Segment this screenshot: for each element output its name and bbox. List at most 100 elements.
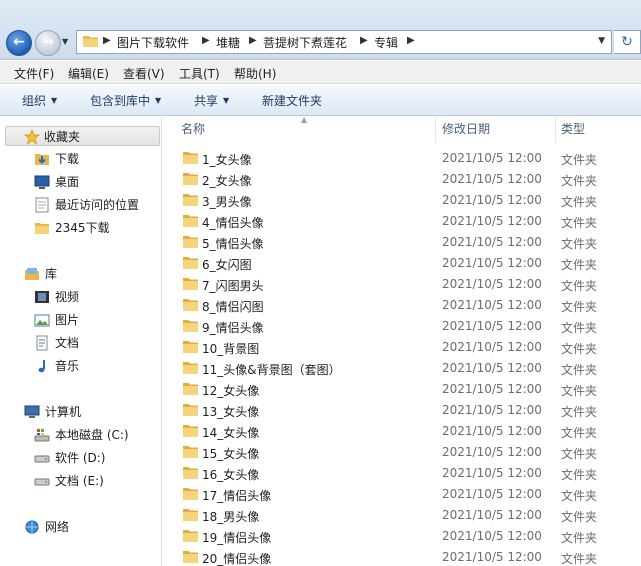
table-row[interactable]: 18_男头像 2021/10/5 12:00 文件夹	[163, 505, 641, 526]
column-divider[interactable]	[435, 117, 436, 143]
recent-places-icon	[35, 197, 49, 213]
share-button[interactable]: 共享 ▼	[194, 92, 229, 109]
menu-help[interactable]: 帮助(H)	[234, 65, 276, 82]
table-row[interactable]: 19_情侣头像 2021/10/5 12:00 文件夹	[163, 526, 641, 547]
menu-tools[interactable]: 工具(T)	[179, 65, 220, 82]
file-name: 16_女头像	[202, 468, 260, 482]
table-row[interactable]: 2_女头像 2021/10/5 12:00 文件夹	[163, 169, 641, 190]
hard-drive-icon	[34, 455, 50, 463]
forward-button[interactable]: →	[35, 30, 61, 56]
address-bar-area: ← → ▼ ▶ 图片下载软件 ▶ 堆糖 ▶ 菩提树下煮莲花 ▶ 专辑 ▶ ▼ ↻	[0, 0, 641, 60]
file-type: 文件夹	[561, 468, 598, 482]
breadcrumb-separator[interactable]: ▶	[407, 35, 415, 46]
file-name: 6_女闪图	[202, 258, 252, 272]
file-type: 文件夹	[561, 342, 598, 356]
menu-file[interactable]: 文件(F)	[14, 65, 54, 82]
menu-view[interactable]: 查看(V)	[123, 65, 165, 82]
table-row[interactable]: 5_情侣头像 2021/10/5 12:00 文件夹	[163, 232, 641, 253]
folder-icon	[183, 194, 198, 206]
table-row[interactable]: 3_男头像 2021/10/5 12:00 文件夹	[163, 190, 641, 211]
new-folder-button[interactable]: 新建文件夹	[262, 92, 322, 109]
folder-icon	[83, 36, 98, 47]
sidebar-label: 计算机	[45, 405, 82, 419]
breadcrumb-item[interactable]: 菩提树下煮莲花	[263, 34, 347, 51]
recent-pages-dropdown[interactable]: ▼	[62, 37, 68, 46]
file-date: 2021/10/5 12:00	[442, 277, 542, 291]
table-row[interactable]: 16_女头像 2021/10/5 12:00 文件夹	[163, 463, 641, 484]
column-header-name[interactable]: 名称	[181, 117, 205, 143]
breadcrumb-item[interactable]: 专辑	[374, 34, 398, 51]
sort-ascending-icon: ▲	[301, 115, 308, 124]
file-date: 2021/10/5 12:00	[442, 487, 542, 501]
address-input[interactable]: ▶ 图片下载软件 ▶ 堆糖 ▶ 菩提树下煮莲花 ▶ 专辑 ▶ ▼	[76, 30, 612, 54]
file-type: 文件夹	[561, 531, 598, 545]
folder-icon	[183, 509, 198, 521]
table-row[interactable]: 8_情侣闪图 2021/10/5 12:00 文件夹	[163, 295, 641, 316]
file-date: 2021/10/5 12:00	[442, 466, 542, 480]
column-header-date[interactable]: 修改日期	[442, 117, 490, 143]
file-type: 文件夹	[561, 153, 598, 167]
file-type: 文件夹	[561, 300, 598, 314]
back-button[interactable]: ←	[6, 30, 32, 56]
file-date: 2021/10/5 12:00	[442, 403, 542, 417]
file-type: 文件夹	[561, 510, 598, 524]
table-row[interactable]: 17_情侣头像 2021/10/5 12:00 文件夹	[163, 484, 641, 505]
refresh-icon: ↻	[621, 34, 633, 50]
file-name: 15_女头像	[202, 447, 260, 461]
sidebar-label: 音乐	[55, 359, 80, 373]
table-row[interactable]: 14_女头像 2021/10/5 12:00 文件夹	[163, 421, 641, 442]
breadcrumb-item[interactable]: 图片下载软件	[117, 34, 189, 51]
sidebar-label: 图片	[55, 313, 80, 327]
chevron-down-icon: ▼	[51, 96, 58, 105]
address-dropdown-icon[interactable]: ▼	[598, 36, 605, 46]
breadcrumb-item[interactable]: 堆糖	[216, 34, 240, 51]
table-row[interactable]: 7_闪图男头 2021/10/5 12:00 文件夹	[163, 274, 641, 295]
breadcrumb-separator[interactable]: ▶	[202, 35, 210, 46]
folder-icon	[183, 446, 198, 458]
table-row[interactable]: 4_情侣头像 2021/10/5 12:00 文件夹	[163, 211, 641, 232]
include-in-library-button[interactable]: 包含到库中 ▼	[90, 92, 161, 109]
folder-icon	[183, 383, 198, 395]
column-header-type[interactable]: 类型	[561, 117, 585, 143]
file-date: 2021/10/5 12:00	[442, 445, 542, 459]
breadcrumb-separator[interactable]: ▶	[103, 35, 111, 46]
breadcrumb-separator[interactable]: ▶	[249, 35, 257, 46]
folder-icon	[183, 467, 198, 479]
sidebar-label: 文档	[55, 336, 80, 350]
table-row[interactable]: 11_头像&背景图（套图） 2021/10/5 12:00 文件夹	[163, 358, 641, 379]
sidebar-label: 本地磁盘 (C:)	[55, 428, 129, 442]
table-row[interactable]: 10_背景图 2021/10/5 12:00 文件夹	[163, 337, 641, 358]
table-row[interactable]: 15_女头像 2021/10/5 12:00 文件夹	[163, 442, 641, 463]
file-type: 文件夹	[561, 384, 598, 398]
file-name: 3_男头像	[202, 195, 252, 209]
file-name: 4_情侣头像	[202, 216, 264, 230]
file-name: 19_情侣头像	[202, 531, 272, 545]
file-date: 2021/10/5 12:00	[442, 151, 542, 165]
table-row[interactable]: 9_情侣头像 2021/10/5 12:00 文件夹	[163, 316, 641, 337]
sidebar-label: 软件 (D:)	[55, 451, 106, 465]
download-folder-icon	[35, 154, 49, 165]
organize-button[interactable]: 组织 ▼	[22, 92, 57, 109]
chevron-down-icon: ▼	[223, 96, 230, 105]
column-divider[interactable]	[555, 117, 556, 143]
table-row[interactable]: 13_女头像 2021/10/5 12:00 文件夹	[163, 400, 641, 421]
sidebar-item-favorites[interactable]: 收藏夹	[5, 126, 160, 146]
breadcrumb-separator[interactable]: ▶	[360, 35, 368, 46]
table-row[interactable]: 12_女头像 2021/10/5 12:00 文件夹	[163, 379, 641, 400]
sidebar-label: 2345下载	[55, 221, 110, 235]
file-name: 8_情侣闪图	[202, 300, 264, 314]
file-list: 名称 ▲ 修改日期 类型 1_女头像 2021/10/5 12:00 文件夹 2_女头…	[163, 115, 641, 566]
table-row[interactable]: 20_情侣头像 2021/10/5 12:00 文件夹	[163, 547, 641, 566]
library-icon	[25, 268, 39, 280]
table-row[interactable]: 6_女闪图 2021/10/5 12:00 文件夹	[163, 253, 641, 274]
file-type: 文件夹	[561, 174, 598, 188]
folder-icon	[183, 530, 198, 542]
menu-edit[interactable]: 编辑(E)	[68, 65, 109, 82]
table-row[interactable]: 1_女头像 2021/10/5 12:00 文件夹	[163, 148, 641, 169]
menu-bar: 文件(F) 编辑(E) 查看(V) 工具(T) 帮助(H)	[0, 61, 641, 84]
include-label: 包含到库中	[90, 94, 151, 108]
folder-icon	[183, 173, 198, 185]
file-name: 11_头像&背景图（套图）	[202, 363, 341, 377]
folder-icon	[183, 257, 198, 269]
refresh-button[interactable]: ↻	[614, 30, 641, 54]
